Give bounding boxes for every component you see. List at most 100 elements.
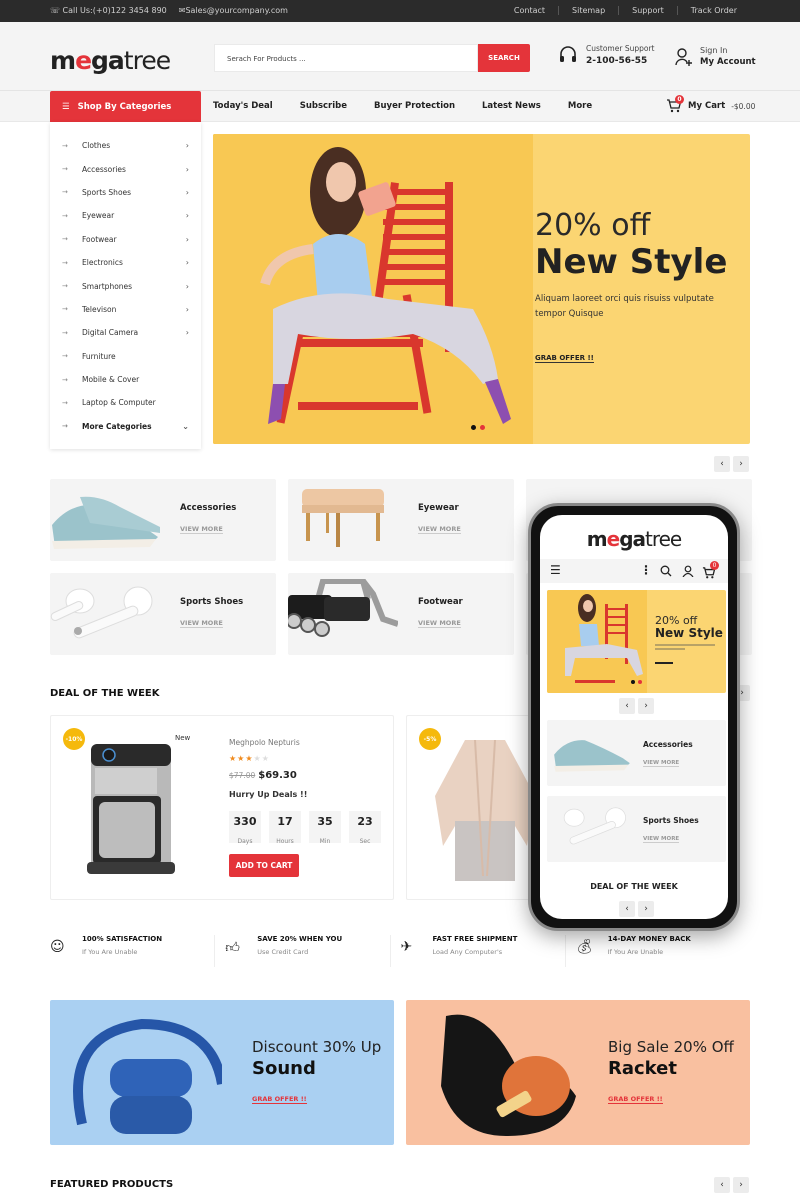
- grab-offer-link[interactable]: GRAB OFFER !!: [608, 1095, 663, 1104]
- category-menu-item[interactable]: → Mobile & Cover: [50, 368, 201, 391]
- category-card-accessories[interactable]: Accessories VIEW MORE: [50, 479, 276, 561]
- mobile-grab-offer-link[interactable]: [655, 662, 673, 664]
- shop-by-categories-button[interactable]: ☰ Shop By Categories: [50, 91, 201, 122]
- feature-satisfaction: ☺ 100% SATISFACTION If You Are Unable: [50, 935, 216, 967]
- arrow-right-icon: →: [62, 328, 68, 337]
- menu-icon[interactable]: ☰: [550, 563, 561, 577]
- next-arrow-icon[interactable]: ›: [733, 1177, 749, 1193]
- nav-latest-news[interactable]: Latest News: [482, 101, 541, 111]
- banner-racket[interactable]: Big Sale 20% Off Racket GRAB OFFER !!: [406, 1000, 750, 1145]
- ottoman-image: [302, 489, 384, 547]
- deal-section-title: DEAL OF THE WEEK: [50, 688, 160, 699]
- main-nav: ☰ Shop By Categories Today's Deal Subscr…: [0, 91, 800, 122]
- view-more-link[interactable]: VIEW MORE: [418, 525, 461, 534]
- arrow-right-icon: →: [62, 398, 68, 407]
- category-card-footwear[interactable]: Footwear VIEW MORE: [288, 573, 514, 655]
- more-vertical-icon[interactable]: ⋮: [640, 563, 652, 577]
- view-more-link[interactable]: VIEW MORE: [180, 619, 223, 628]
- featured-products-title: FEATURED PRODUCTS: [50, 1179, 174, 1190]
- nav-subscribe[interactable]: Subscribe: [300, 101, 347, 111]
- next-arrow-icon[interactable]: ›: [638, 901, 654, 917]
- chevron-right-icon: ›: [185, 141, 189, 151]
- product-name[interactable]: Meghpolo Nepturis: [229, 738, 300, 747]
- nav-more[interactable]: More: [568, 101, 592, 111]
- category-menu-item[interactable]: → Smartphones ›: [50, 274, 201, 297]
- mobile-deal-arrows: ‹ ›: [619, 901, 654, 917]
- star-icon: ★: [261, 754, 270, 763]
- logo[interactable]: megatree: [50, 46, 171, 75]
- view-more-link[interactable]: VIEW MORE: [643, 760, 680, 767]
- topbar-link-sitemap[interactable]: Sitemap: [558, 6, 618, 15]
- nav-buyer-protection[interactable]: Buyer Protection: [374, 101, 455, 111]
- topbar-link-contact[interactable]: Contact: [501, 6, 558, 15]
- view-more-link[interactable]: VIEW MORE: [418, 619, 461, 628]
- next-arrow-icon[interactable]: ›: [733, 456, 749, 472]
- mobile-logo: megatree: [586, 527, 682, 551]
- arrow-right-icon: →: [62, 235, 68, 244]
- mobile-category-card[interactable]: Sports Shoes VIEW MORE: [547, 796, 726, 862]
- chevron-right-icon: ›: [185, 328, 189, 338]
- chevron-right-icon: ›: [185, 234, 189, 244]
- category-menu-item[interactable]: → Laptop & Computer: [50, 391, 201, 414]
- search-button[interactable]: SEARCH: [478, 44, 530, 72]
- star-icon: ★: [253, 754, 262, 763]
- view-more-link[interactable]: VIEW MORE: [180, 525, 223, 534]
- smile-icon: ☺: [50, 939, 65, 955]
- star-icon: ★: [245, 754, 254, 763]
- hero-grab-offer-link[interactable]: GRAB OFFER !!: [535, 354, 594, 363]
- category-menu-item[interactable]: → Accessories ›: [50, 157, 201, 180]
- cardigan-image[interactable]: [435, 736, 535, 886]
- prev-arrow-icon[interactable]: ‹: [619, 698, 635, 714]
- mobile-category-card[interactable]: Accessories VIEW MORE: [547, 720, 726, 786]
- mobile-hero-image: [547, 590, 647, 693]
- slider-dot-1[interactable]: [631, 680, 635, 684]
- search-icon[interactable]: [660, 565, 672, 577]
- category-card-eyewear[interactable]: Eyewear VIEW MORE: [288, 479, 514, 561]
- slider-dot-2[interactable]: [480, 425, 485, 430]
- account-link[interactable]: Sign In My Account: [674, 46, 756, 67]
- category-menu-item[interactable]: → Eyewear ›: [50, 204, 201, 227]
- coffee-maker-image[interactable]: [81, 738, 181, 878]
- mobile-preview: megatree ☰ ⋮ 0 20% off New Style ‹ › Acc…: [528, 503, 740, 931]
- category-menu-item[interactable]: → Footwear ›: [50, 228, 201, 251]
- topbar-link-support[interactable]: Support: [618, 6, 677, 15]
- chevron-right-icon: ›: [185, 281, 189, 291]
- view-more-link[interactable]: VIEW MORE: [643, 836, 680, 843]
- hurry-label: Hurry Up Deals !!: [229, 790, 308, 799]
- user-add-icon: [675, 47, 692, 66]
- support-phone: 2-100-56-55: [586, 56, 648, 66]
- earbuds-image: [563, 807, 626, 845]
- mobile-cart[interactable]: 0: [702, 561, 719, 579]
- arrow-right-icon: →: [62, 141, 68, 150]
- email-contact[interactable]: ✉Sales@yourcompany.com: [179, 6, 288, 15]
- category-menu-item[interactable]: → Clothes ›: [50, 134, 201, 157]
- mobile-screen: megatree ☰ ⋮ 0 20% off New Style ‹ › Acc…: [540, 515, 728, 919]
- sneaker-image: [52, 496, 160, 549]
- countdown-minutes: 35 Min: [309, 811, 341, 845]
- banner-sound[interactable]: Discount 30% Up Sound GRAB OFFER !!: [50, 1000, 394, 1145]
- category-card-sports-shoes[interactable]: Sports Shoes VIEW MORE: [50, 573, 276, 655]
- slider-dot-1[interactable]: [471, 425, 476, 430]
- prev-arrow-icon[interactable]: ‹: [714, 456, 730, 472]
- cart-count-badge: 0: [675, 95, 684, 104]
- category-menu-item[interactable]: → Televison ›: [50, 298, 201, 321]
- prev-arrow-icon[interactable]: ‹: [714, 1177, 730, 1193]
- next-arrow-icon[interactable]: ›: [638, 698, 654, 714]
- cart-button[interactable]: 0 My Cart -$0.00: [666, 95, 755, 113]
- category-menu-item[interactable]: → Digital Camera ›: [50, 321, 201, 344]
- topbar-link-track-order[interactable]: Track Order: [676, 6, 750, 15]
- user-icon[interactable]: [682, 565, 694, 577]
- category-menu-item[interactable]: → Sports Shoes ›: [50, 181, 201, 204]
- search-input[interactable]: Serach For Products ...: [214, 44, 478, 72]
- category-menu-item[interactable]: → Furniture: [50, 345, 201, 368]
- hero-description: Aliquam laoreet orci quis risuiss vulput…: [535, 294, 714, 319]
- arrow-right-icon: →: [62, 258, 68, 267]
- slider-dot-2[interactable]: [638, 680, 642, 684]
- prev-arrow-icon[interactable]: ‹: [619, 901, 635, 917]
- add-to-cart-button[interactable]: ADD TO CART: [229, 854, 299, 877]
- feature-save: 👍︎ SAVE 20% WHEN YOU Use Credit Card: [225, 935, 391, 967]
- grab-offer-link[interactable]: GRAB OFFER !!: [252, 1095, 307, 1104]
- nav-todays-deal[interactable]: Today's Deal: [213, 101, 273, 111]
- category-menu-item[interactable]: → More Categories ⌄: [50, 415, 201, 438]
- category-menu-item[interactable]: → Electronics ›: [50, 251, 201, 274]
